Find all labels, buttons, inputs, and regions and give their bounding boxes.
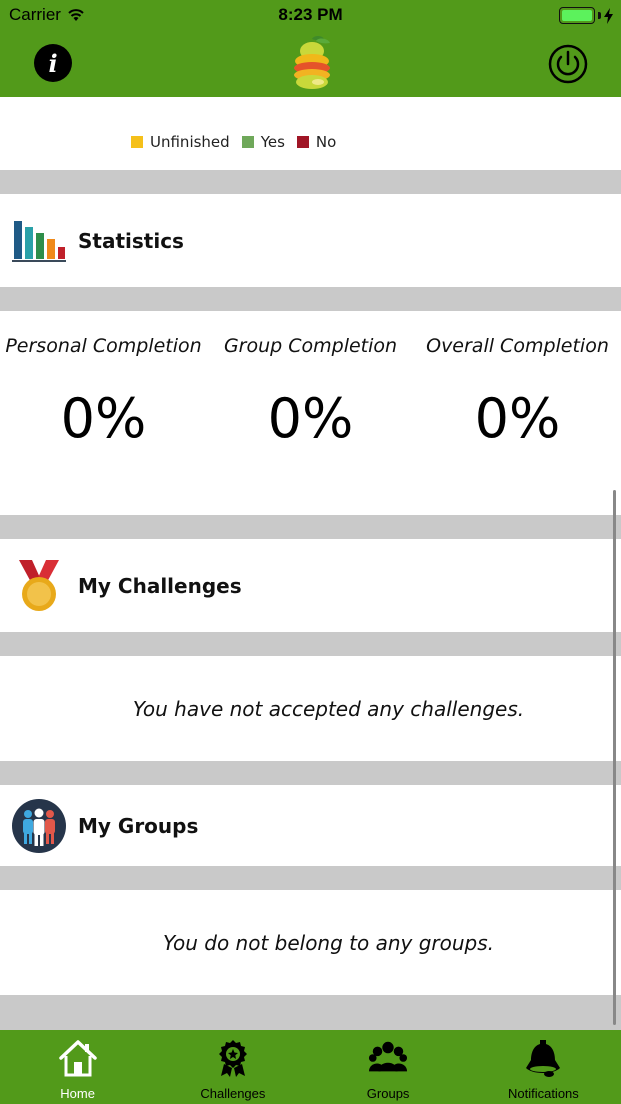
tab-notifications[interactable]: Notifications: [466, 1030, 621, 1104]
my-challenges-title: My Challenges: [78, 573, 242, 598]
stat-value: 0%: [474, 387, 561, 450]
my-challenges-header[interactable]: My Challenges: [0, 539, 621, 632]
battery-indicator: [559, 7, 613, 24]
legend-item-unfinished: Unfinished: [131, 133, 230, 151]
tab-challenges[interactable]: Challenges: [155, 1030, 310, 1104]
tab-bar: Home Challenges Groups Notifications: [0, 1030, 621, 1104]
statistics-header: Statistics: [0, 194, 621, 287]
legend-label: No: [315, 133, 337, 151]
stat-overall: Overall Completion 0%: [414, 335, 621, 450]
statistics-card: Personal Completion 0% Group Completion …: [0, 311, 621, 515]
scroll-indicator[interactable]: [613, 490, 616, 1025]
battery-icon: [559, 7, 595, 24]
app-screen: Carrier 8:23 PM i Unfinished Yes No Stat…: [0, 0, 621, 1104]
power-icon[interactable]: [548, 44, 588, 84]
my-groups-title: My Groups: [78, 813, 199, 838]
tab-label: Groups: [366, 1086, 410, 1101]
groups-icon: [368, 1038, 408, 1078]
tab-label: Challenges: [200, 1086, 266, 1101]
medal-icon: [12, 559, 66, 613]
legend-item-yes: Yes: [241, 133, 285, 151]
groups-empty-message: You do not belong to any groups.: [162, 930, 495, 955]
stats-row: Personal Completion 0% Group Completion …: [0, 335, 621, 450]
status-bar: Carrier 8:23 PM: [0, 0, 621, 32]
my-challenges-card: You have not accepted any challenges.: [0, 656, 621, 761]
chart-card: Unfinished Yes No: [0, 97, 621, 170]
home-icon: [58, 1038, 98, 1078]
stat-label: Overall Completion: [426, 335, 609, 357]
tab-label: Notifications: [507, 1086, 579, 1101]
my-groups-card: You do not belong to any groups.: [0, 890, 621, 995]
challenges-empty-message: You have not accepted any challenges.: [132, 696, 525, 721]
legend-swatch-yes: [241, 136, 254, 148]
legend-swatch-unfinished: [131, 136, 143, 148]
tab-groups[interactable]: Groups: [311, 1030, 466, 1104]
bar-chart-icon: [12, 214, 66, 268]
statistics-title: Statistics: [78, 228, 184, 253]
legend-swatch-no: [296, 136, 309, 148]
fruit-logo-icon: [294, 36, 330, 89]
chart-legend: Unfinished Yes No: [131, 133, 348, 151]
legend-item-no: No: [296, 133, 337, 151]
charging-bolt-icon: [604, 7, 613, 24]
status-time: 8:23 PM: [278, 5, 343, 24]
stat-personal: Personal Completion 0%: [0, 335, 207, 450]
stat-value: 0%: [60, 387, 147, 450]
my-groups-header[interactable]: My Groups: [0, 785, 621, 866]
stat-label: Personal Completion: [5, 335, 202, 357]
tab-label: Home: [60, 1086, 95, 1101]
legend-label: Unfinished: [150, 133, 230, 151]
info-icon[interactable]: i: [34, 44, 72, 82]
tab-home[interactable]: Home: [0, 1030, 155, 1104]
badge-icon: [213, 1038, 253, 1078]
nav-bar: i: [0, 32, 621, 97]
legend-label: Yes: [260, 133, 285, 151]
stat-label: Group Completion: [223, 335, 398, 357]
stat-group: Group Completion 0%: [207, 335, 414, 450]
bell-icon: [523, 1038, 563, 1078]
people-icon: [12, 798, 66, 853]
home-scroll-content[interactable]: Unfinished Yes No Statistics Personal Co…: [0, 97, 621, 1030]
stat-value: 0%: [267, 387, 354, 450]
